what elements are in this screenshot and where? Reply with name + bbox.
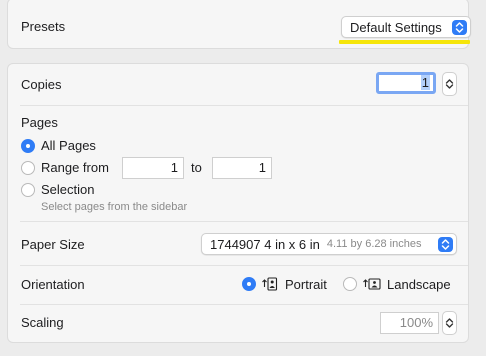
selection-label[interactable]: Selection: [41, 182, 94, 197]
copies-value: 1: [420, 75, 430, 90]
presets-value: Default Settings: [350, 19, 442, 35]
range-to-label: to: [191, 160, 202, 175]
copies-stepper[interactable]: [442, 72, 457, 96]
paper-size-detail: 4.11 by 6.28 inches: [326, 238, 422, 250]
portrait-icon: [262, 277, 278, 294]
copies-label: Copies: [21, 77, 62, 92]
range-from-label[interactable]: Range from: [41, 160, 109, 175]
paper-size-value: 1744907 4 in x 6 in: [210, 236, 320, 252]
all-pages-label[interactable]: All Pages: [41, 138, 96, 153]
landscape-label[interactable]: Landscape: [387, 277, 451, 292]
presets-highlight-underline: [339, 40, 470, 44]
landscape-icon: [363, 277, 381, 294]
divider: [20, 221, 468, 222]
scaling-stepper[interactable]: [442, 311, 457, 335]
chevron-down-icon: [445, 323, 454, 328]
chevron-updown-icon: [438, 237, 453, 252]
selection-hint: Select pages from the sidebar: [41, 201, 188, 213]
pages-label: Pages: [21, 115, 58, 130]
range-start-input[interactable]: 1: [122, 157, 184, 179]
portrait-radio[interactable]: [242, 277, 256, 291]
copies-input[interactable]: 1: [376, 72, 436, 94]
presets-label: Presets: [21, 19, 66, 34]
all-pages-radio[interactable]: [21, 139, 35, 153]
paper-size-label: Paper Size: [21, 237, 85, 252]
divider: [20, 265, 468, 266]
scaling-label: Scaling: [21, 315, 64, 330]
chevron-down-icon: [445, 84, 454, 89]
paper-size-popup-button[interactable]: 1744907 4 in x 6 in 4.11 by 6.28 inches: [201, 233, 457, 255]
divider: [20, 105, 468, 106]
print-options-panel: Copies 1 Pages All Pages Range from 1 to…: [7, 63, 469, 343]
presets-popup-button[interactable]: Default Settings: [341, 16, 471, 38]
orientation-label: Orientation: [21, 277, 85, 292]
portrait-label[interactable]: Portrait: [285, 277, 327, 292]
chevron-updown-icon: [452, 20, 467, 35]
range-end-input[interactable]: 1: [212, 157, 272, 179]
presets-panel: Presets Default Settings: [7, 0, 471, 49]
scaling-input[interactable]: 100%: [380, 312, 439, 334]
range-radio[interactable]: [21, 161, 35, 175]
landscape-radio[interactable]: [343, 277, 357, 291]
divider: [20, 304, 468, 305]
selection-radio[interactable]: [21, 183, 35, 197]
